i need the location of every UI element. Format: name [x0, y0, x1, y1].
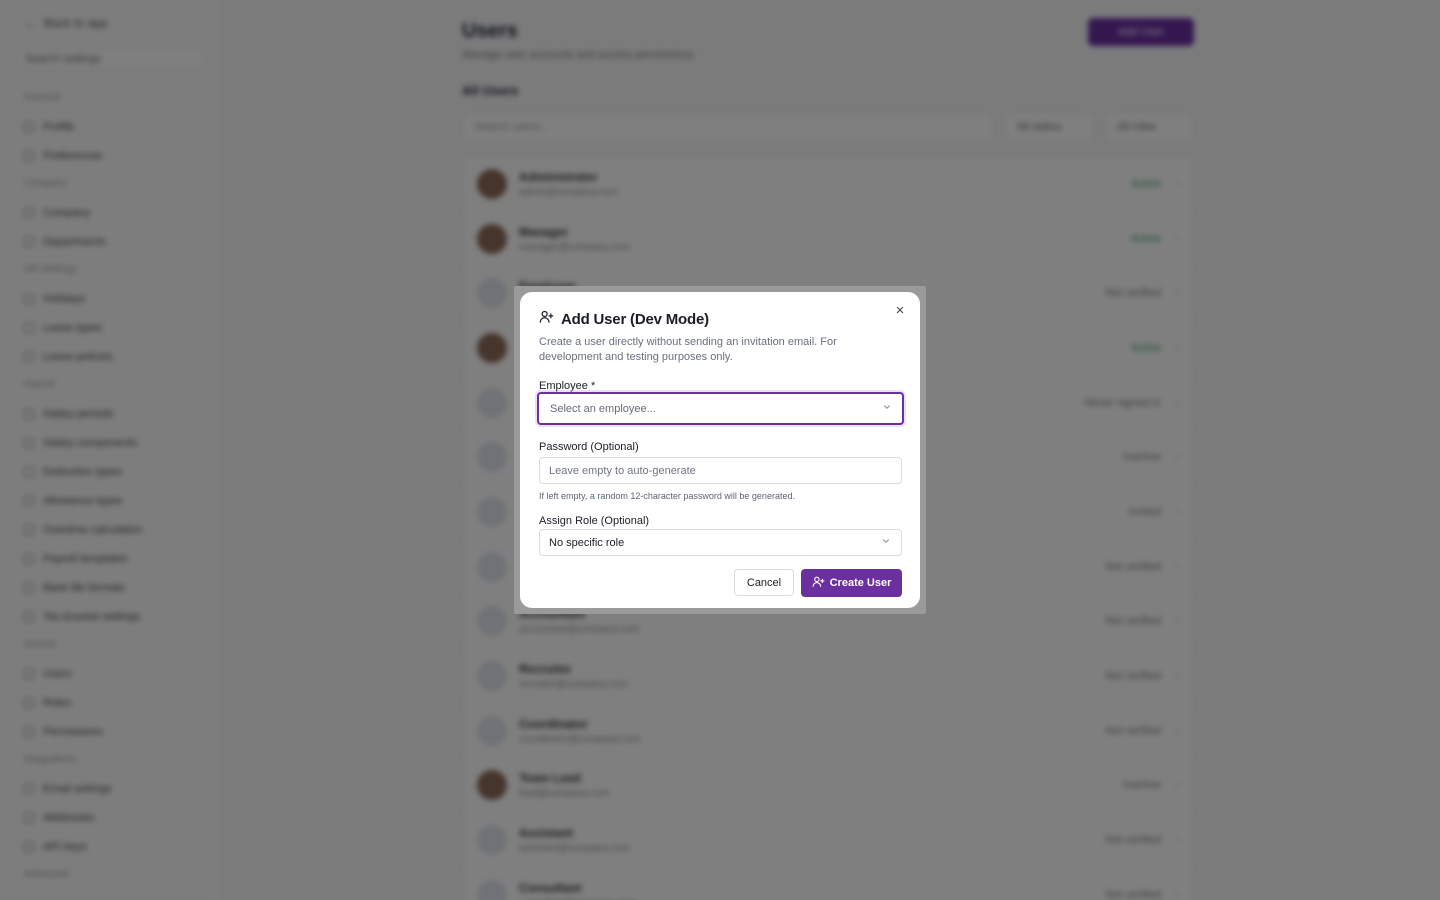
cancel-button[interactable]: Cancel: [734, 569, 794, 596]
dialog-frame: × Add User (Dev Mode) Create a user dire…: [514, 286, 926, 614]
create-user-button[interactable]: Create User: [801, 569, 902, 597]
dialog-header: Add User (Dev Mode): [539, 309, 902, 329]
role-select[interactable]: No specific role: [539, 529, 902, 556]
dialog-description: Create a user directly without sending a…: [539, 336, 837, 363]
role-label: Assign Role (Optional): [539, 515, 650, 527]
chevron-down-icon: [881, 536, 891, 549]
dialog-title: Add User (Dev Mode): [561, 310, 709, 328]
employee-select-placeholder: Select an employee...: [550, 402, 656, 415]
password-hint: If left empty, a random 12-character pas…: [539, 491, 795, 501]
chevron-down-icon: [882, 402, 892, 415]
role-select-value: No specific role: [549, 536, 625, 549]
employee-label: Employee *: [539, 380, 596, 392]
create-user-label: Create User: [829, 577, 892, 589]
user-plus-icon: [539, 309, 554, 329]
user-plus-icon: [812, 575, 825, 591]
employee-select[interactable]: Select an employee...: [537, 392, 904, 425]
dialog-actions: Cancel Create User: [539, 569, 902, 597]
password-label: Password (Optional): [539, 441, 639, 453]
close-icon[interactable]: ×: [893, 303, 907, 318]
add-user-dialog: × Add User (Dev Mode) Create a user dire…: [520, 292, 920, 608]
password-input[interactable]: [539, 457, 902, 484]
